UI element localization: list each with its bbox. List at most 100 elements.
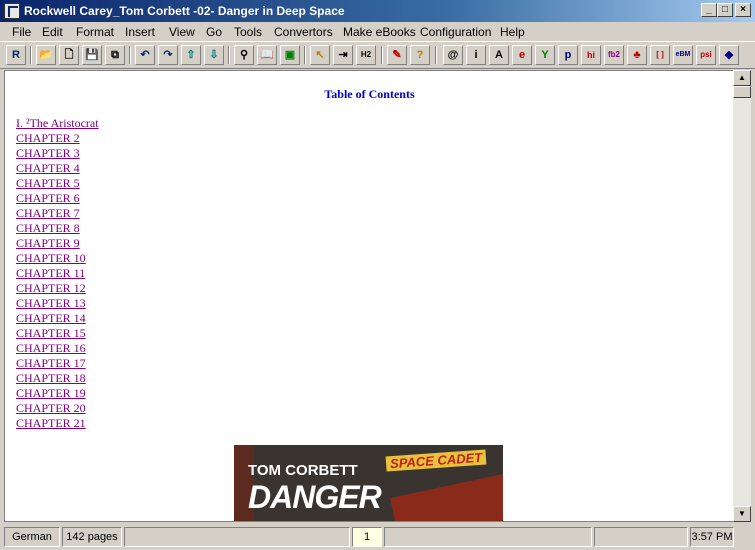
fb2-icon[interactable]: fb2 [604, 45, 624, 65]
save-all-icon[interactable]: ⧉ [105, 45, 125, 65]
redo-icon[interactable]: ↷ [158, 45, 178, 65]
red-icon[interactable]: ♣ [627, 45, 647, 65]
status-panel [124, 527, 350, 547]
list-item: CHAPTER 10 [16, 251, 99, 266]
toc-link[interactable]: CHAPTER 19 [16, 386, 86, 400]
at-icon[interactable]: @ [443, 45, 463, 65]
document-view[interactable]: Table of Contents I. ²The Aristocrat CHA… [4, 70, 733, 522]
menu-go[interactable]: Go [206, 25, 222, 39]
toc-link[interactable]: CHAPTER 17 [16, 356, 86, 370]
toc-link[interactable]: CHAPTER 21 [16, 416, 86, 430]
list-item: CHAPTER 6 [16, 191, 99, 206]
list-item: CHAPTER 9 [16, 236, 99, 251]
help-icon[interactable]: ? [410, 45, 430, 65]
cursor-icon[interactable]: ↖ [310, 45, 330, 65]
toc-link[interactable]: CHAPTER 12 [16, 281, 86, 295]
move-up-icon[interactable]: ⇧ [181, 45, 201, 65]
menu-make-ebooks[interactable]: Make eBooks [343, 25, 416, 39]
image-icon[interactable]: ▣ [280, 45, 300, 65]
toc-link[interactable]: CHAPTER 18 [16, 371, 86, 385]
toc-link[interactable]: CHAPTER 8 [16, 221, 80, 235]
status-time: 3:57 PM [690, 527, 734, 547]
list-item: CHAPTER 16 [16, 341, 99, 356]
find-icon[interactable]: ⚲ [234, 45, 254, 65]
scroll-up-button[interactable]: ▲ [733, 70, 751, 86]
font-icon[interactable]: A [489, 45, 509, 65]
window-title: Rockwell Carey_Tom Corbett -02- Danger i… [24, 4, 345, 18]
scroll-thumb[interactable] [733, 86, 751, 98]
toc-link[interactable]: CHAPTER 6 [16, 191, 80, 205]
h2-icon[interactable]: H2 [356, 45, 376, 65]
e-icon[interactable]: e [512, 45, 532, 65]
menu-file[interactable]: File [12, 25, 31, 39]
menu-convertors[interactable]: Convertors [274, 25, 333, 39]
palm-icon[interactable]: p [558, 45, 578, 65]
scroll-down-button[interactable]: ▼ [733, 506, 751, 522]
cover-shape [390, 473, 503, 521]
list-item: CHAPTER 2 [16, 131, 99, 146]
toc-link[interactable]: CHAPTER 16 [16, 341, 86, 355]
move-down-icon[interactable]: ⇩ [204, 45, 224, 65]
toc-link[interactable]: CHAPTER 3 [16, 146, 80, 160]
toc-link[interactable]: CHAPTER 2 [16, 131, 80, 145]
list-item: CHAPTER 18 [16, 371, 99, 386]
list-item: CHAPTER 20 [16, 401, 99, 416]
hi-icon[interactable]: hi [581, 45, 601, 65]
book-icon[interactable]: 📖 [257, 45, 277, 65]
vertical-scrollbar[interactable]: ▲ ▼ [733, 70, 751, 522]
toc-link[interactable]: CHAPTER 13 [16, 296, 86, 310]
y-icon[interactable]: Y [535, 45, 555, 65]
status-current-page: 1 [352, 527, 382, 547]
ebm-icon[interactable]: eBM [673, 45, 693, 65]
bracket-icon[interactable]: [ ] [650, 45, 670, 65]
menu-insert[interactable]: Insert [125, 25, 155, 39]
toc-link[interactable]: CHAPTER 15 [16, 326, 86, 340]
toc-link[interactable]: I. ²The Aristocrat [16, 116, 99, 130]
list-item: CHAPTER 3 [16, 146, 99, 161]
toc-link[interactable]: CHAPTER 7 [16, 206, 80, 220]
toolbar-separator [30, 46, 32, 64]
insert-icon[interactable]: ⇥ [333, 45, 353, 65]
list-item: CHAPTER 4 [16, 161, 99, 176]
minimize-button[interactable]: _ [701, 3, 717, 17]
menu-format[interactable]: Format [76, 25, 114, 39]
info-icon[interactable]: i [466, 45, 486, 65]
cover-title: DANGER [248, 479, 382, 515]
toc-link[interactable]: CHAPTER 4 [16, 161, 80, 175]
menu-help[interactable]: Help [500, 25, 525, 39]
list-item: CHAPTER 14 [16, 311, 99, 326]
menu-tools[interactable]: Tools [234, 25, 262, 39]
toc-link[interactable]: CHAPTER 9 [16, 236, 80, 250]
new-icon[interactable]: 🗋 [59, 45, 79, 65]
undo-icon[interactable]: ↶ [135, 45, 155, 65]
cover-author: TOM CORBETT [248, 462, 358, 479]
app-icon[interactable] [4, 3, 20, 19]
list-item: I. ²The Aristocrat [16, 116, 99, 131]
reader-icon[interactable]: R [6, 45, 26, 65]
toolbar-separator [435, 46, 437, 64]
open-icon[interactable]: 📂 [36, 45, 56, 65]
list-item: CHAPTER 7 [16, 206, 99, 221]
menu-edit[interactable]: Edit [42, 25, 63, 39]
toc-link[interactable]: CHAPTER 11 [16, 266, 85, 280]
status-language: German [4, 527, 60, 547]
toc-link[interactable]: CHAPTER 5 [16, 176, 80, 190]
status-panel [384, 527, 592, 547]
menu-view[interactable]: View [169, 25, 195, 39]
menu-configuration[interactable]: Configuration [420, 25, 491, 39]
toc-link[interactable]: CHAPTER 10 [16, 251, 86, 265]
toc-link[interactable]: CHAPTER 20 [16, 401, 86, 415]
save-icon[interactable]: 💾 [82, 45, 102, 65]
menu-bar: File Edit Format Insert View Go Tools Co… [0, 22, 755, 41]
toc-link[interactable]: CHAPTER 14 [16, 311, 86, 325]
pen-icon[interactable]: ✎ [387, 45, 407, 65]
list-item: CHAPTER 11 [16, 266, 99, 281]
psi-icon[interactable]: psi [696, 45, 716, 65]
cover-badge: SPACE CADET [385, 449, 487, 472]
diamond-icon[interactable]: ◆ [719, 45, 739, 65]
close-button[interactable]: × [735, 3, 751, 17]
toc-heading: Table of Contents [324, 87, 415, 101]
maximize-button[interactable]: □ [717, 3, 733, 17]
list-item: CHAPTER 17 [16, 356, 99, 371]
status-pages: 142 pages [62, 527, 122, 547]
